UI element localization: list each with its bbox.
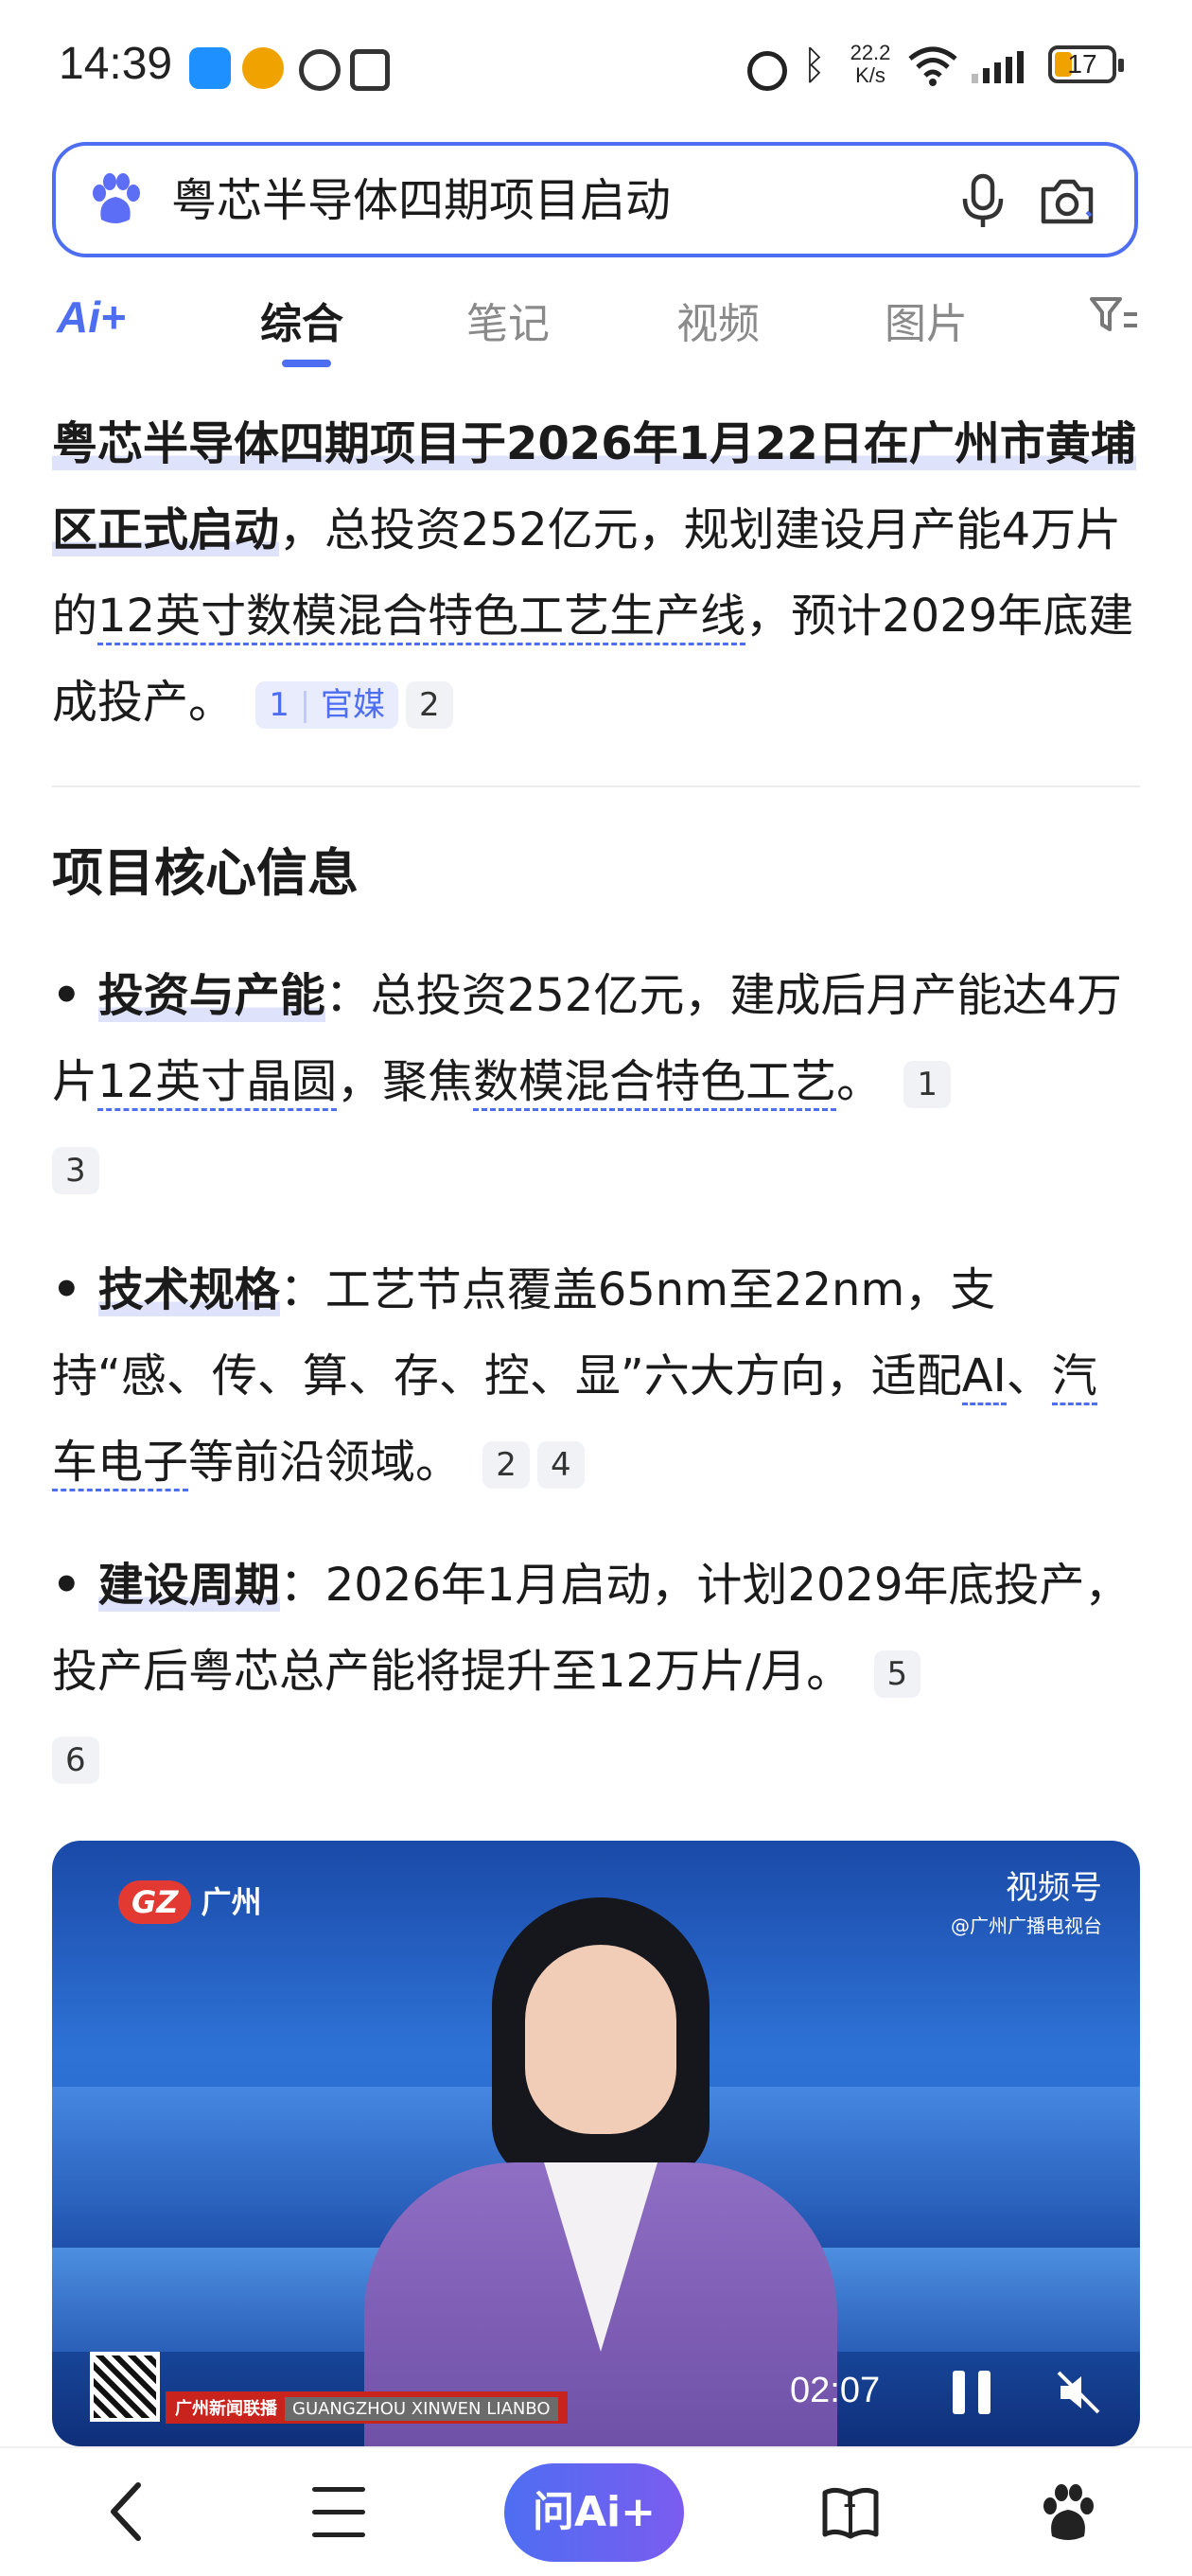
bullet-dot: • — [52, 969, 81, 1022]
active-tab-indicator — [282, 360, 331, 367]
microphone-icon[interactable] — [959, 172, 1007, 229]
wifi-icon — [908, 46, 957, 86]
ask-ai-button[interactable]: 问Ai+ — [504, 2463, 684, 2562]
channel-city: 广州 — [201, 1884, 262, 1920]
status-bar: 14:39 ᛒ 22.2 K/s 17 — [0, 0, 1192, 132]
ai-summary: 粤芯半导体四期项目于2026年1月22日在广州市黄埔区正式启动，总投资252亿元… — [52, 401, 1140, 746]
search-input[interactable]: 粤芯半导体四期项目启动 — [171, 172, 671, 229]
video-time: 02:07 — [790, 2371, 881, 2410]
net-speed: 22.2 K/s — [842, 42, 899, 87]
tab-comprehensive[interactable]: 综合 — [260, 290, 343, 350]
bullet-title: 投资与产能 — [97, 969, 325, 1022]
battery-level: 17 — [1067, 49, 1097, 79]
bullet-link[interactable]: 数模混合特色工艺 — [473, 1055, 837, 1111]
watermark-subtitle: @广州广播电视台 — [951, 1914, 1102, 1937]
citation-label: 官媒 — [321, 686, 386, 724]
tab-ai[interactable]: Ai+ — [57, 291, 126, 343]
bullet-item: • 建设周期：2026年1月启动，计划2029年底投产，投产后粤芯总产能将提升至1… — [52, 1543, 1140, 1801]
filter-icon[interactable] — [1088, 295, 1139, 337]
bullet-title: 建设周期 — [97, 1559, 280, 1612]
channel-logo-badge: GZ — [118, 1880, 192, 1924]
tab-video[interactable]: 视频 — [676, 290, 760, 350]
news-anchor-face — [525, 1945, 676, 2134]
citation-2[interactable]: 2 — [482, 1441, 530, 1489]
pause-icon[interactable] — [953, 2371, 990, 2414]
bullet-text: 。 — [836, 1055, 883, 1108]
nfc-icon — [350, 49, 390, 91]
ticker-subtitle: GUANGZHOU XINWEN LIANBO — [285, 2397, 558, 2421]
citation-4[interactable]: 4 — [536, 1441, 585, 1489]
bullet-link[interactable]: 12英寸晶圆 — [97, 1055, 338, 1111]
ticker-title: 广州新闻联播 — [175, 2399, 277, 2419]
bullet-dot: • — [52, 1263, 81, 1316]
video-player[interactable]: GZ 广州 视频号 @广州广播电视台 广州新闻联播 GUANGZHOU XINWEN … — [52, 1841, 1140, 2446]
search-bar[interactable]: 粤芯半导体四期项目启动 — [52, 142, 1138, 257]
bullet-text: 、 — [1006, 1350, 1052, 1403]
baidu-paw-icon — [93, 173, 140, 223]
net-speed-unit: K/s — [855, 63, 885, 87]
speed-icon — [299, 49, 341, 91]
summary-link-production-line[interactable]: 12英寸数模混合特色工艺生产线 — [97, 590, 746, 645]
signal-icon — [972, 51, 1024, 83]
citation-1[interactable]: 1 | 官媒 — [255, 681, 399, 729]
battery-icon: 17 — [1048, 45, 1124, 83]
bullet-text: ，聚焦 — [337, 1055, 474, 1108]
tab-images[interactable]: 图片 — [885, 290, 968, 350]
camera-search-icon[interactable] — [1038, 174, 1096, 229]
menu-icon[interactable] — [312, 2487, 369, 2540]
bullet-item: • 技术规格：工艺节点覆盖65nm至22nm，支持“感、传、算、存、控、显”六大方… — [52, 1247, 1140, 1506]
section-divider — [52, 785, 1140, 787]
tab-notes[interactable]: 笔记 — [466, 290, 550, 350]
net-speed-value: 22.2 — [850, 41, 891, 64]
book-badge: 1 — [842, 2489, 857, 2513]
back-icon[interactable] — [104, 2479, 151, 2544]
bullet-title: 技术规格 — [97, 1263, 280, 1316]
citation-1[interactable]: 1 — [903, 1061, 952, 1108]
book-icon[interactable]: 1 — [821, 2483, 880, 2546]
mute-icon[interactable] — [1055, 2369, 1102, 2416]
bullet-item: • 投资与产能：总投资252亿元，建成后月产能达4万片12英寸晶圆，聚焦数模混合特… — [52, 953, 1140, 1211]
bullet-dot: • — [52, 1559, 81, 1612]
citation-number: 1 — [269, 686, 289, 724]
citation-5[interactable]: 5 — [873, 1650, 921, 1698]
bluetooth-icon: ᛒ — [802, 42, 827, 88]
watermark-title: 视频号 — [1006, 1869, 1102, 1907]
news-ticker: 广州新闻联播 GUANGZHOU XINWEN LIANBO — [166, 2391, 568, 2424]
citation-6[interactable]: 6 — [52, 1737, 99, 1784]
baidu-home-icon[interactable] — [1039, 2481, 1097, 2544]
citation-3[interactable]: 3 — [52, 1147, 99, 1194]
weibo-icon — [242, 47, 284, 89]
status-time: 14:39 — [59, 39, 173, 89]
video-watermark: 视频号 @广州广播电视台 — [951, 1869, 1102, 1945]
qr-code — [90, 2352, 160, 2422]
channel-logo: GZ 广州 — [118, 1879, 261, 1924]
bullet-text: 等前沿领域。 — [188, 1436, 462, 1489]
message-icon — [189, 47, 231, 89]
bullet-link[interactable]: AI — [961, 1350, 1007, 1405]
alarm-icon — [747, 51, 787, 91]
citation-2[interactable]: 2 — [406, 681, 453, 729]
section-title: 项目核心信息 — [52, 843, 359, 903]
